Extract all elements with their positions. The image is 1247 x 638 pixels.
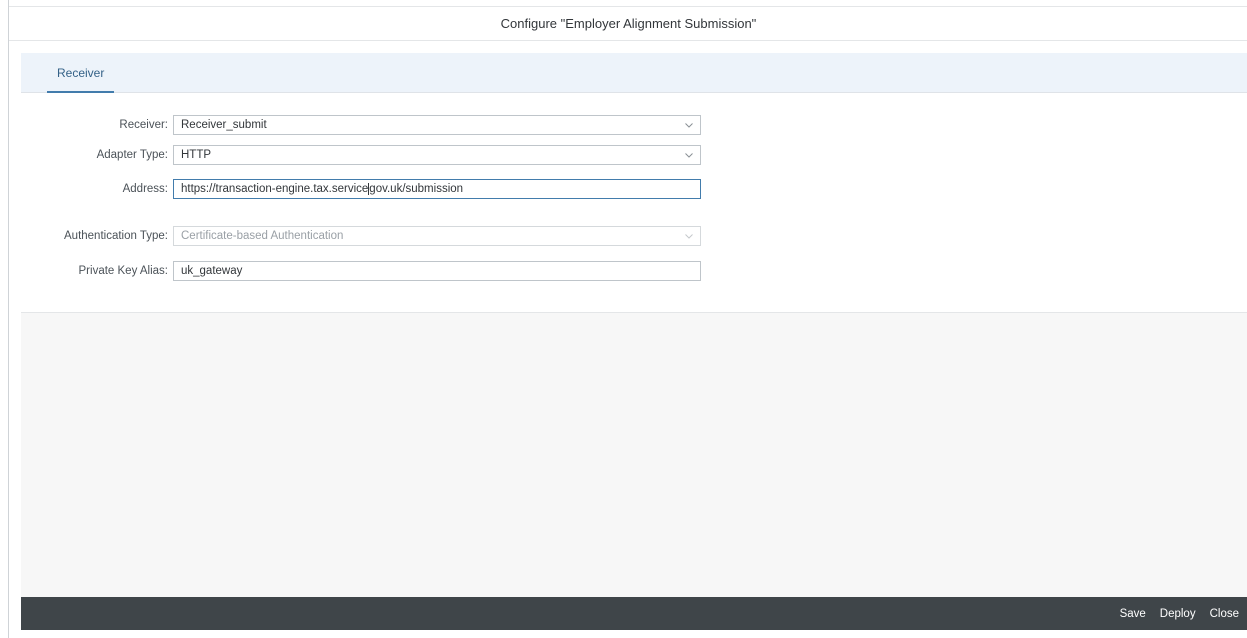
dialog-footer: Save Deploy Close xyxy=(21,597,1247,630)
address-text-after-cursor: gov.uk/submission xyxy=(369,183,464,196)
receiver-select[interactable]: Receiver_submit xyxy=(173,115,701,135)
chevron-down-icon[interactable] xyxy=(678,146,700,164)
authentication-type-label: Authentication Type: xyxy=(64,230,168,242)
authentication-type-select: Certificate-based Authentication xyxy=(173,226,701,246)
private-key-alias-row: Private Key Alias: uk_gateway xyxy=(21,261,1247,281)
receiver-label: Receiver: xyxy=(119,119,168,131)
receiver-value: Receiver_submit xyxy=(181,119,267,131)
adapter-type-label: Adapter Type: xyxy=(96,149,168,161)
tab-bar: Receiver xyxy=(21,53,1247,93)
close-button[interactable]: Close xyxy=(1210,608,1239,620)
private-key-alias-label: Private Key Alias: xyxy=(78,265,168,277)
adapter-type-row: Adapter Type: HTTP xyxy=(21,145,1247,165)
save-button[interactable]: Save xyxy=(1120,608,1146,620)
authentication-type-row: Authentication Type: Certificate-based A… xyxy=(21,226,1247,246)
private-key-alias-input[interactable]: uk_gateway xyxy=(173,261,701,281)
adapter-type-value: HTTP xyxy=(181,149,212,161)
address-input[interactable]: https://transaction-engine.tax.servicego… xyxy=(173,179,701,199)
address-text-before-cursor: https://transaction-engine.tax.service xyxy=(181,183,369,196)
authentication-type-value: Certificate-based Authentication xyxy=(181,230,344,242)
tab-receiver[interactable]: Receiver xyxy=(47,53,115,93)
address-value: https://transaction-engine.tax.servicego… xyxy=(181,182,700,196)
adapter-type-select[interactable]: HTTP xyxy=(173,145,701,165)
address-label: Address: xyxy=(122,183,168,195)
deploy-button[interactable]: Deploy xyxy=(1160,608,1196,620)
receiver-form: Receiver: Receiver_submit Adapter Type: … xyxy=(21,93,1247,313)
chevron-down-icon xyxy=(678,227,700,245)
configure-dialog: Configure "Employer Alignment Submission… xyxy=(8,0,1247,638)
receiver-row: Receiver: Receiver_submit xyxy=(21,115,1247,135)
bottom-strip xyxy=(21,630,1247,638)
private-key-alias-value: uk_gateway xyxy=(181,265,243,277)
content-area xyxy=(21,313,1247,597)
chevron-down-icon[interactable] xyxy=(678,116,700,134)
dialog-title: Configure "Employer Alignment Submission… xyxy=(9,6,1247,41)
address-row: Address: https://transaction-engine.tax.… xyxy=(21,179,1247,199)
